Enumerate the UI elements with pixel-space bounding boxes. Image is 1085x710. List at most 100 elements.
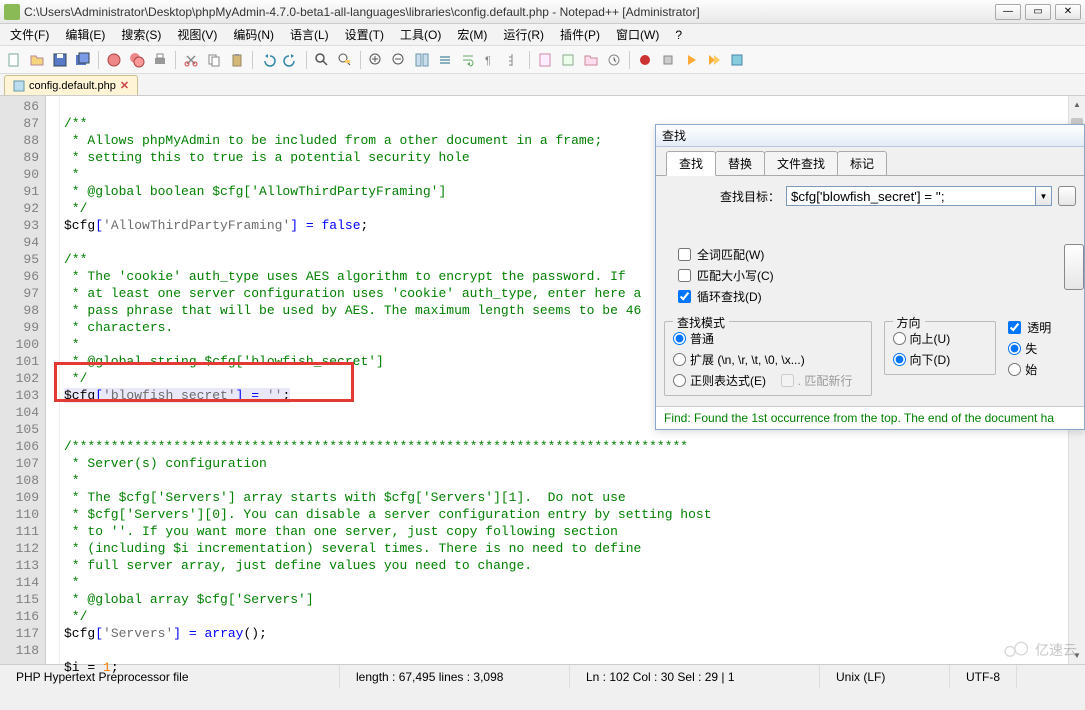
find-target-input[interactable]: [786, 186, 1036, 206]
menu-run[interactable]: 运行(R): [495, 24, 552, 45]
menu-plugins[interactable]: 插件(P): [552, 24, 608, 45]
find-tab-find[interactable]: 查找: [666, 151, 716, 176]
new-file-icon[interactable]: [4, 50, 24, 70]
find-status: Find: Found the 1st occurrence from the …: [656, 406, 1084, 429]
menu-encoding[interactable]: 编码(N): [225, 24, 282, 45]
menu-edit[interactable]: 编辑(E): [57, 24, 113, 45]
wrap-label: 循环查找(D): [697, 288, 762, 305]
menu-window[interactable]: 窗口(W): [608, 24, 667, 45]
app-icon: [4, 4, 20, 20]
dir-down-radio[interactable]: [893, 353, 906, 366]
sync-v-icon[interactable]: [412, 50, 432, 70]
find-dialog-title[interactable]: 查找: [656, 125, 1084, 147]
whole-word-checkbox[interactable]: [678, 248, 691, 261]
replace-icon[interactable]: [335, 50, 355, 70]
save-icon[interactable]: [50, 50, 70, 70]
trans-opt1-label: 失: [1025, 340, 1037, 357]
mode-normal-radio[interactable]: [673, 332, 686, 345]
folder-view-icon[interactable]: [581, 50, 601, 70]
record-macro-icon[interactable]: [635, 50, 655, 70]
menu-help[interactable]: ?: [667, 26, 690, 44]
status-filetype: PHP Hypertext Preprocessor file: [0, 665, 340, 688]
menu-view[interactable]: 视图(V): [169, 24, 225, 45]
func-list-icon[interactable]: [558, 50, 578, 70]
line-gutter: 86 87 88 89 90 91 92 93 94 95 96 97 98 9…: [0, 96, 46, 664]
copy-icon[interactable]: [204, 50, 224, 70]
find-target-label: 查找目标：: [664, 188, 786, 205]
file-tab-name: config.default.php: [29, 80, 116, 92]
mode-regex-label: 正则表达式(E): [690, 372, 766, 389]
find-tab-mark[interactable]: 标记: [837, 151, 887, 176]
trans-opt2-label: 始: [1025, 361, 1037, 378]
statusbar: PHP Hypertext Preprocessor file length :…: [0, 664, 1085, 688]
titlebar: C:\Users\Administrator\Desktop\phpMyAdmi…: [0, 0, 1085, 24]
match-newline-checkbox: [781, 374, 794, 387]
tabbar: config.default.php ✕: [0, 74, 1085, 96]
play-macro-icon[interactable]: [681, 50, 701, 70]
match-case-label: 匹配大小写(C): [697, 267, 774, 284]
direction-title: 方向: [893, 314, 925, 331]
toolbar: ¶: [0, 46, 1085, 74]
mode-ext-radio[interactable]: [673, 353, 686, 366]
menu-search[interactable]: 搜索(S): [113, 24, 169, 45]
save-macro-icon[interactable]: [727, 50, 747, 70]
dir-down-label: 向下(D): [910, 351, 951, 368]
wrap-checkbox[interactable]: [678, 290, 691, 303]
undo-icon[interactable]: [258, 50, 278, 70]
find-tab-replace[interactable]: 替换: [715, 151, 765, 176]
show-all-chars-icon[interactable]: ¶: [481, 50, 501, 70]
dir-up-radio[interactable]: [893, 332, 906, 345]
close-file-icon[interactable]: [104, 50, 124, 70]
transparent-checkbox[interactable]: [1008, 321, 1021, 334]
mode-regex-radio[interactable]: [673, 374, 686, 387]
zoom-in-icon[interactable]: [366, 50, 386, 70]
find-tab-files[interactable]: 文件查找: [764, 151, 838, 176]
menu-settings[interactable]: 设置(T): [337, 24, 392, 45]
open-file-icon[interactable]: [27, 50, 47, 70]
menu-language[interactable]: 语言(L): [282, 24, 337, 45]
menubar: 文件(F) 编辑(E) 搜索(S) 视图(V) 编码(N) 语言(L) 设置(T…: [0, 24, 1085, 46]
indent-guide-icon[interactable]: [504, 50, 524, 70]
monitor-icon[interactable]: [604, 50, 624, 70]
cut-icon[interactable]: [181, 50, 201, 70]
status-length: length : 67,495 lines : 3,098: [340, 665, 570, 688]
zoom-out-icon[interactable]: [389, 50, 409, 70]
mode-ext-label: 扩展 (\n, \r, \t, \0, \x...): [690, 351, 805, 368]
close-all-icon[interactable]: [127, 50, 147, 70]
print-icon[interactable]: [150, 50, 170, 70]
menu-file[interactable]: 文件(F): [2, 24, 57, 45]
match-newline-label: . 匹配新行: [798, 372, 853, 389]
menu-tools[interactable]: 工具(O): [392, 24, 449, 45]
transparent-label: 透明: [1027, 319, 1051, 336]
trans-opt1-radio[interactable]: [1008, 342, 1021, 355]
paste-icon[interactable]: [227, 50, 247, 70]
find-next-button[interactable]: [1058, 186, 1076, 206]
find-all-button[interactable]: [1064, 244, 1084, 290]
menu-macro[interactable]: 宏(M): [449, 24, 495, 45]
find-dialog[interactable]: 查找 查找 替换 文件查找 标记 查找目标： ▼ 全词匹配(W) 匹配大小写(C…: [655, 124, 1085, 430]
match-case-checkbox[interactable]: [678, 269, 691, 282]
sync-h-icon[interactable]: [435, 50, 455, 70]
find-icon[interactable]: [312, 50, 332, 70]
file-tab-close[interactable]: ✕: [120, 79, 129, 92]
play-multi-icon[interactable]: [704, 50, 724, 70]
maximize-button[interactable]: ▭: [1025, 4, 1051, 20]
scroll-up-icon[interactable]: ▲: [1069, 96, 1085, 113]
doc-map-icon[interactable]: [535, 50, 555, 70]
close-button[interactable]: ✕: [1055, 4, 1081, 20]
minimize-button[interactable]: —: [995, 4, 1021, 20]
find-target-dropdown[interactable]: ▼: [1036, 186, 1052, 206]
wrap-icon[interactable]: [458, 50, 478, 70]
scroll-down-icon[interactable]: ▼: [1069, 647, 1085, 664]
status-position: Ln : 102 Col : 30 Sel : 29 | 1: [570, 665, 820, 688]
save-all-icon[interactable]: [73, 50, 93, 70]
redo-icon[interactable]: [281, 50, 301, 70]
status-encoding: UTF-8: [950, 665, 1017, 688]
file-tab-icon: [13, 80, 25, 92]
fold-column[interactable]: [46, 96, 60, 664]
stop-macro-icon[interactable]: [658, 50, 678, 70]
trans-opt2-radio[interactable]: [1008, 363, 1021, 376]
window-title: C:\Users\Administrator\Desktop\phpMyAdmi…: [24, 5, 995, 19]
svg-text:¶: ¶: [485, 55, 491, 67]
file-tab[interactable]: config.default.php ✕: [4, 75, 138, 95]
